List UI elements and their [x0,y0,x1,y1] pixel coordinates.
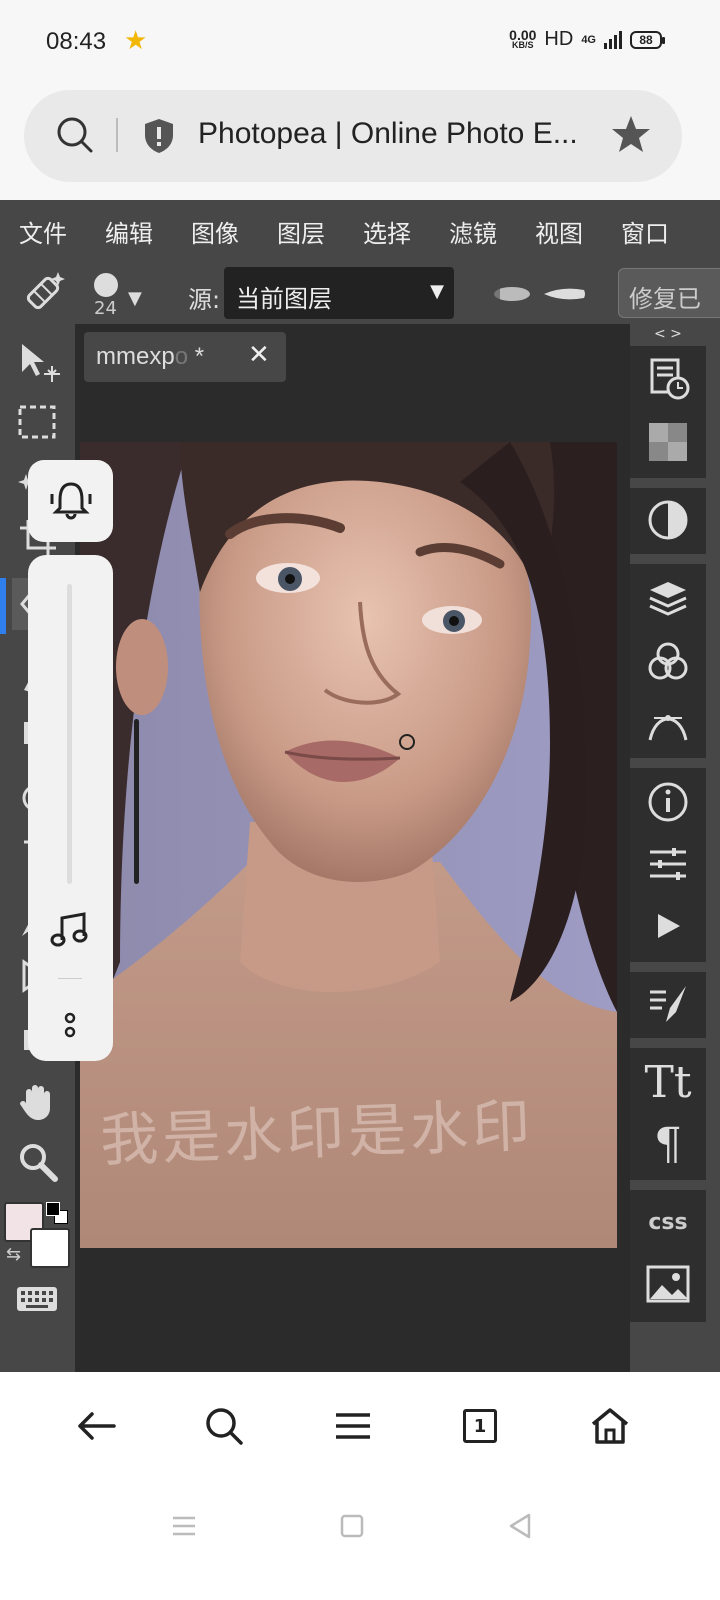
source-select[interactable]: 当前图层 ▼ [224,267,454,319]
default-colors-fg-icon[interactable] [46,1202,60,1216]
menu-bar: 文件 编辑 图像 图层 选择 滤镜 视图 窗口 [0,200,720,262]
home-icon[interactable] [580,1396,640,1456]
status-bar: 08:43 ★ 0.00 KB/S HD 4G 88 [0,0,720,88]
brush-preset-icon[interactable] [94,273,118,297]
actions-play-icon[interactable] [642,900,694,952]
net-speed: 0.00 KB/S [509,26,537,50]
tabs-button[interactable]: 1 [450,1396,510,1456]
repair-selected-button[interactable]: 修复已 [618,268,720,318]
favorite-star-icon: ★ [124,26,148,56]
paths-icon[interactable] [642,698,694,750]
music-note-icon[interactable] [50,912,88,952]
home-square-icon[interactable] [332,1508,372,1544]
net-speed-value: 0.00 [509,26,537,43]
background-color-swatch[interactable] [30,1228,70,1268]
hd-label: HD [544,28,574,50]
paragraph-icon[interactable]: ¶ [642,1118,694,1170]
swatches-icon[interactable] [642,416,694,468]
brush-dropdown-arrow-icon[interactable]: ▼ [128,288,142,309]
network-type: 4G [581,33,596,46]
healing-brush-tool-icon[interactable] [20,270,66,320]
brush-size-value: 24 [94,298,117,319]
layers-icon[interactable] [642,572,694,624]
menu-hamburger-icon[interactable] [323,1396,383,1456]
bookmark-star-icon[interactable] [611,114,651,158]
move-tool-icon[interactable] [12,336,64,388]
info-icon[interactable] [642,776,694,828]
image-icon[interactable] [642,1258,694,1310]
volume-slider-fill [134,719,139,884]
menu-file[interactable]: 文件 [0,214,86,249]
active-tool-indicator [0,578,6,634]
source-label: 源: [188,286,221,314]
back-triangle-icon[interactable] [500,1508,540,1544]
bell-icon [48,480,94,524]
panel-collapse-toggle[interactable]: < > [654,326,682,342]
status-indicators: 0.00 KB/S HD 4G 88 [509,26,665,51]
chevron-down-icon: ▼ [430,281,444,302]
zoom-tool-icon[interactable] [12,1136,64,1188]
search-icon[interactable] [56,116,94,158]
signal-icon [604,30,622,49]
tabs-count: 1 [463,1409,497,1443]
menu-edit[interactable]: 编辑 [86,214,172,249]
character-icon[interactable]: Tt [642,1056,694,1108]
channels-icon[interactable] [642,636,694,688]
hand-tool-icon[interactable] [12,1076,64,1128]
marquee-tool-icon[interactable] [12,396,64,448]
net-speed-unit: KB/S [512,39,534,50]
search-icon[interactable] [194,1396,254,1456]
watermark-text: 我是水印是水印 [99,1091,536,1175]
address-divider [116,118,118,152]
menu-filter[interactable]: 滤镜 [430,214,516,249]
history-icon[interactable] [642,352,694,404]
swap-colors-icon[interactable]: ⇆ [6,1244,21,1265]
more-options-icon[interactable] [62,1010,78,1044]
stroke-shape-2-icon[interactable] [542,286,586,306]
document-tab-name: mmexpo * [96,343,205,370]
brush-settings-icon[interactable] [642,978,694,1030]
menu-image[interactable]: 图像 [172,214,258,249]
source-select-value: 当前图层 [236,285,332,313]
shield-icon[interactable] [142,117,176,159]
adjustments-icon[interactable] [642,494,694,546]
volume-slider[interactable] [67,584,139,884]
menu-select[interactable]: 选择 [344,214,430,249]
recent-apps-icon[interactable] [164,1508,204,1544]
back-arrow-icon[interactable] [66,1396,126,1456]
page-title[interactable]: Photopea | Online Photo E... [198,117,578,151]
close-icon[interactable]: ✕ [248,340,270,370]
properties-icon[interactable] [642,838,694,890]
menu-layer[interactable]: 图层 [258,214,344,249]
status-time: 08:43 [46,28,107,55]
css-panel-icon[interactable]: css [642,1196,694,1248]
keyboard-icon[interactable] [16,1286,58,1316]
menu-window[interactable]: 窗口 [602,214,688,249]
battery-icon: 88 [630,30,665,49]
menu-view[interactable]: 视图 [516,214,602,249]
volume-divider [58,978,82,979]
stroke-shape-1-icon[interactable] [490,286,530,306]
